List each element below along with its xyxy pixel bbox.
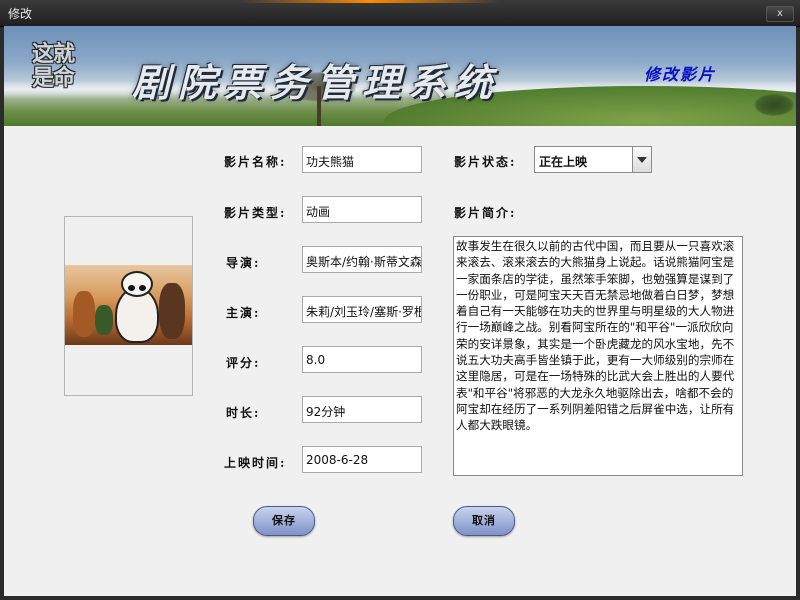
status-label: 影片状态: — [454, 155, 517, 169]
panda-eye — [128, 285, 135, 291]
movie-poster-image — [65, 265, 192, 345]
director-field[interactable]: 奥斯本/约翰·斯蒂文森 — [302, 246, 422, 273]
desc-label: 影片简介: — [454, 206, 517, 220]
cancel-button[interactable]: 取消 — [453, 506, 515, 536]
rating-label: 评分: — [226, 356, 261, 370]
type-label: 影片类型: — [224, 206, 287, 220]
window-title-bar: 修改 x — [0, 0, 800, 27]
app-title: 剧院票务管理系统 — [132, 60, 501, 105]
type-field[interactable]: 动画 — [302, 196, 422, 223]
form-panel: 影片名称: 功夫熊猫 影片类型: 动画 导演: 奥斯本/约翰·斯蒂文森 主演: … — [4, 126, 796, 596]
title-bar-glow — [240, 0, 500, 3]
actor-field[interactable]: 朱莉/刘玉玲/塞斯·罗根 — [302, 296, 422, 323]
rating-field[interactable]: 8.0 — [302, 346, 422, 373]
release-date-field[interactable]: 2008-6-28 — [302, 446, 422, 473]
header-banner: 这就 是命 剧院票务管理系统 修改影片 — [4, 26, 796, 126]
poster-figure-tigress — [73, 291, 95, 337]
actor-label: 主演: — [226, 306, 261, 320]
logo-line2: 是命 — [32, 65, 75, 91]
close-button[interactable]: x — [766, 6, 794, 22]
status-select[interactable]: 正在上映 — [534, 146, 652, 173]
duration-label: 时长: — [226, 406, 261, 420]
logo-line1: 这就 — [32, 41, 75, 67]
name-label: 影片名称: — [224, 155, 287, 169]
description-textarea[interactable]: 故事发生在很久以前的古代中国，而且要从一只喜欢滚来滚去、滚来滚去的大熊猫身上说起… — [453, 236, 743, 476]
chevron-down-icon[interactable] — [632, 147, 651, 172]
duration-field[interactable]: 92分钟 — [302, 396, 422, 423]
director-label: 导演: — [226, 256, 261, 270]
app-logo: 这就 是命 — [32, 42, 104, 90]
page-subtitle: 修改影片 — [644, 65, 717, 84]
window-bottom-border — [0, 596, 800, 600]
save-button[interactable]: 保存 — [253, 506, 315, 536]
poster-figure-master — [159, 283, 185, 339]
poster-figure-viper — [95, 305, 113, 335]
banner-bush-icon — [754, 94, 794, 116]
poster-frame — [64, 216, 193, 396]
window-title: 修改 — [8, 7, 33, 21]
release-label: 上映时间: — [224, 456, 287, 470]
poster-panda-head — [121, 271, 153, 297]
name-field[interactable]: 功夫熊猫 — [302, 146, 422, 173]
status-select-value: 正在上映 — [539, 155, 588, 169]
panda-eye — [139, 285, 146, 291]
